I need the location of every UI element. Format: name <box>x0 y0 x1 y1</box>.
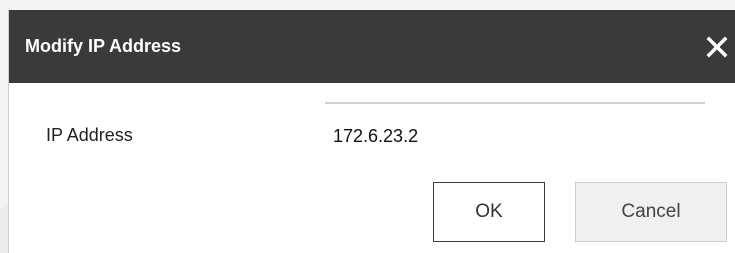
ip-address-label: IP Address <box>46 125 133 145</box>
ok-button[interactable]: OK <box>433 182 545 242</box>
ip-address-input[interactable]: 172.6.23.2 <box>325 102 705 146</box>
dialog-titlebar: Modify IP Address <box>9 10 735 83</box>
ip-address-value: 172.6.23.2 <box>333 126 419 146</box>
ip-address-row: IP Address 172.6.23.2 <box>9 83 735 173</box>
dialog-title: Modify IP Address <box>25 36 182 56</box>
close-icon <box>706 36 728 58</box>
close-button[interactable] <box>704 34 730 60</box>
modify-ip-dialog: Modify IP Address IP Address 172.6.23.2 … <box>8 10 735 253</box>
cancel-button[interactable]: Cancel <box>575 182 727 242</box>
